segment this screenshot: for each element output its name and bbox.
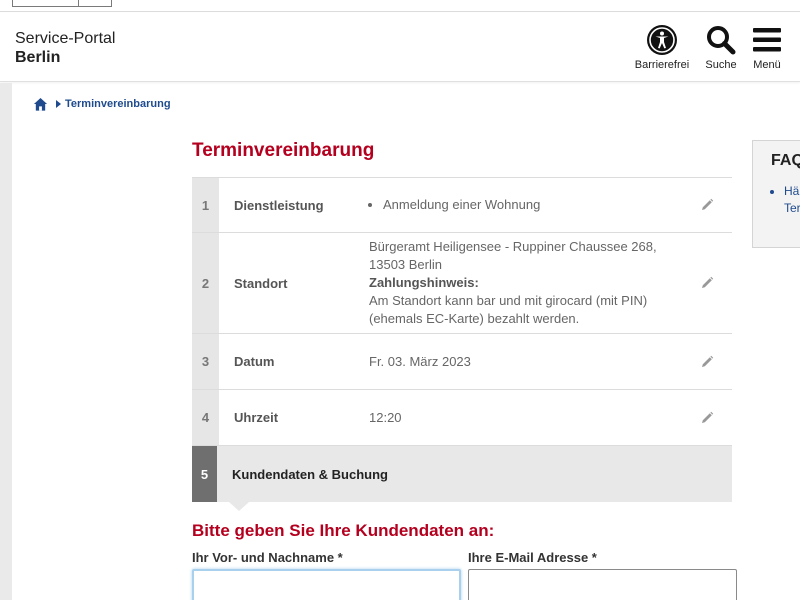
- step-date: 3 Datum Fr. 03. März 2023: [192, 334, 732, 390]
- service-item: Anmeldung einer Wohnung: [383, 196, 682, 214]
- breadcrumb-separator-icon: [56, 100, 61, 108]
- name-field-label: Ihr Vor- und Nachname *: [192, 550, 343, 565]
- brand-line-1: Service-Portal: [15, 30, 116, 47]
- step-location: 2 Standort Bürgeramt Heiligensee - Ruppi…: [192, 233, 732, 334]
- accessibility-icon: [647, 25, 677, 55]
- step-number: 4: [192, 390, 219, 445]
- hamburger-menu-icon: [753, 28, 781, 52]
- step-label: Standort: [234, 275, 288, 291]
- left-rail: [0, 83, 12, 600]
- edit-location-button[interactable]: [682, 233, 732, 333]
- search-label: Suche: [705, 59, 737, 71]
- step-label: Datum: [234, 354, 275, 369]
- search-button[interactable]: Suche: [700, 24, 742, 71]
- faq-link[interactable]: Hä: [784, 183, 800, 200]
- menu-label: Menü: [753, 59, 781, 71]
- location-address: Bürgeramt Heiligensee - Ruppiner Chausse…: [369, 239, 657, 272]
- step-value: Anmeldung einer Wohnung: [369, 178, 682, 232]
- faq-list-item: HäTer: [784, 183, 800, 217]
- pencil-icon: [702, 276, 714, 288]
- search-icon: [707, 26, 736, 55]
- step-number: 3: [192, 334, 219, 389]
- payment-note-text: Am Standort kann bar und mit girocard (m…: [369, 293, 648, 326]
- step-label: Uhrzeit: [234, 410, 279, 425]
- home-icon[interactable]: [33, 97, 48, 112]
- top-strip: Go: [0, 0, 800, 12]
- brand-line-2: Berlin: [15, 49, 61, 66]
- edit-time-button[interactable]: [682, 390, 732, 445]
- breadcrumb-current-link[interactable]: Terminvereinbarung: [65, 98, 171, 110]
- accessibility-label: Barrierefrei: [634, 59, 690, 71]
- edit-service-button[interactable]: [682, 178, 732, 232]
- accessibility-button[interactable]: Barrierefrei: [630, 24, 694, 71]
- step-value: Fr. 03. März 2023: [369, 353, 471, 369]
- name-field[interactable]: [192, 569, 461, 600]
- pencil-icon: [702, 355, 714, 367]
- step-number: 5: [192, 446, 217, 502]
- email-field[interactable]: [468, 569, 737, 600]
- step-number: 1: [192, 178, 219, 232]
- booking-steps: 1 Dienstleistung Anmeldung einer Wohnung…: [192, 177, 732, 511]
- step-label: Dienstleistung: [234, 197, 324, 213]
- edit-date-button[interactable]: [682, 334, 732, 389]
- pencil-icon: [702, 198, 714, 210]
- brand-logo[interactable]: Service-Portal Berlin: [15, 29, 115, 67]
- menu-button[interactable]: Menü: [748, 24, 786, 71]
- active-step-pointer: [229, 502, 249, 511]
- email-field-label: Ihre E-Mail Adresse *: [468, 550, 597, 565]
- step-label: Kundendaten & Buchung: [232, 466, 388, 482]
- step-customer-data: 5 Kundendaten & Buchung: [192, 446, 732, 511]
- pencil-icon: [702, 411, 714, 423]
- faq-box: FAQ HäTer: [752, 140, 800, 248]
- step-value: 12:20: [369, 409, 402, 425]
- faq-title: FAQ: [771, 152, 800, 169]
- step-time: 4 Uhrzeit 12:20: [192, 390, 732, 446]
- faq-link[interactable]: Ter: [784, 200, 800, 217]
- faq-links: HäTer: [784, 183, 800, 217]
- breadcrumb: Terminvereinbarung: [33, 94, 171, 114]
- page-title: Terminvereinbarung: [192, 140, 375, 161]
- payment-note-label: Zahlungshinweis:: [369, 275, 479, 290]
- step-number: 2: [192, 233, 219, 333]
- service-list: Anmeldung einer Wohnung: [383, 196, 682, 214]
- customer-data-heading: Bitte geben Sie Ihre Kundendaten an:: [192, 521, 495, 540]
- step-service: 1 Dienstleistung Anmeldung einer Wohnung: [192, 177, 732, 233]
- step-value: Bürgeramt Heiligensee - Ruppiner Chausse…: [369, 233, 682, 333]
- top-search-stub[interactable]: Go: [12, 0, 112, 7]
- site-header: Service-Portal Berlin Barrierefrei Suche…: [0, 13, 800, 82]
- top-search-button[interactable]: Go: [78, 0, 111, 6]
